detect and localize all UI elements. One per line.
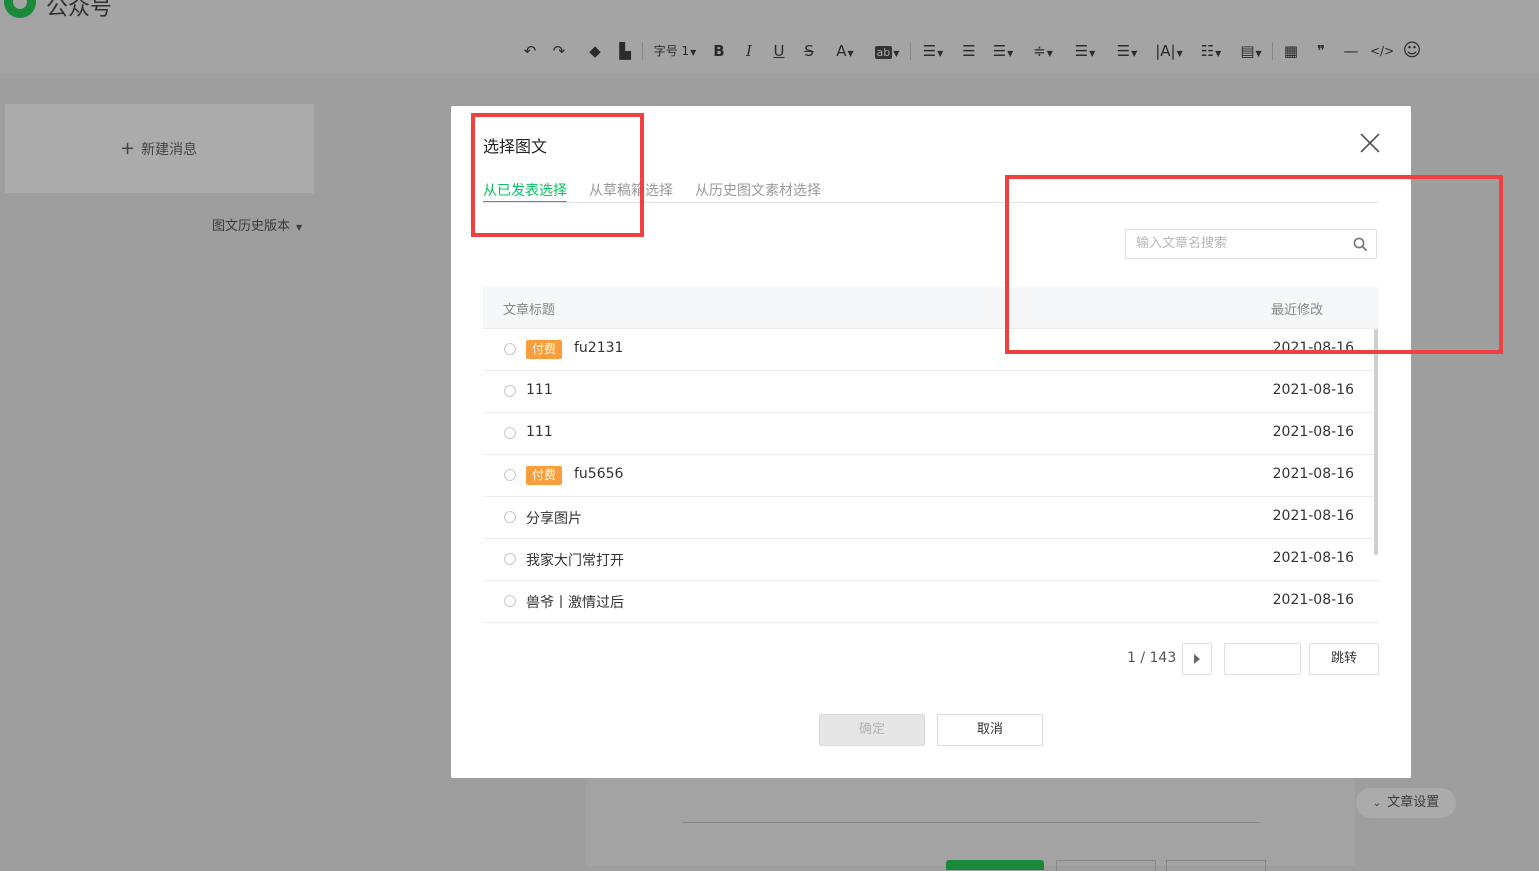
row-title: 兽爷丨激情过后 — [526, 595, 624, 611]
toolbar-divider — [1272, 42, 1273, 60]
table-row[interactable]: 111 2021-08-16 — [483, 371, 1379, 413]
row-radio[interactable] — [504, 511, 516, 523]
row-radio[interactable] — [504, 469, 516, 481]
table-row[interactable]: 我家大门常打开 2021-08-16 — [483, 539, 1379, 581]
paragraph-after-icon[interactable]: ☰▼ — [1070, 38, 1100, 64]
italic-button[interactable]: I — [738, 38, 760, 64]
caret-down-icon: ▼ — [690, 48, 697, 57]
new-message-button[interactable]: + 新建消息 — [120, 138, 197, 159]
column-header-title: 文章标题 — [503, 303, 556, 318]
undo-icon[interactable]: ↶ — [519, 38, 541, 64]
table-row[interactable]: 兽爷丨激情过后 2021-08-16 — [483, 581, 1379, 623]
table-row[interactable]: 111 2021-08-16 — [483, 413, 1379, 455]
confirm-button[interactable]: 确定 — [819, 714, 925, 746]
quote-icon[interactable]: ❞ — [1310, 38, 1332, 64]
redo-icon[interactable]: ↷ — [548, 38, 570, 64]
article-settings-button[interactable]: ⌄ 文章设置 — [1356, 788, 1456, 818]
text-width-icon[interactable]: |A|▼ — [1152, 38, 1186, 64]
font-size-select[interactable]: 字号 1▼ — [652, 38, 698, 64]
table-row[interactable]: 分享图片 2021-08-16 — [483, 497, 1379, 539]
tab-history-materials[interactable]: 从历史图文素材选择 — [695, 180, 821, 202]
line-spacing-icon[interactable]: ≑▼ — [1028, 38, 1058, 64]
highlight-box-tabs — [471, 113, 644, 237]
row-radio[interactable] — [504, 553, 516, 565]
background-color-button[interactable]: ab ▼ — [870, 38, 904, 64]
indent-icon[interactable]: ☰ — [958, 38, 980, 64]
app-logo-text: 公众号 — [46, 0, 113, 21]
background-color-label: ab — [874, 46, 893, 59]
caret-down-icon: ▼ — [847, 49, 854, 58]
highlight-box-search — [1005, 175, 1503, 354]
new-message-label: 新建消息 — [141, 142, 198, 158]
chevron-down-icon: ⌄ — [1372, 798, 1382, 809]
caret-down-icon: ▼ — [893, 49, 900, 58]
font-size-label: 字号 1 — [653, 44, 690, 58]
history-versions-label: 图文历史版本 — [212, 219, 291, 234]
toolbar-divider — [910, 42, 911, 60]
strikethrough-button[interactable]: S — [798, 38, 820, 64]
history-versions-dropdown[interactable]: 图文历史版本 ▼ — [212, 215, 302, 234]
row-date: 2021-08-16 — [1272, 466, 1354, 482]
row-title: 111 — [526, 424, 553, 440]
list-scrollbar[interactable] — [1374, 329, 1378, 555]
article-list: 付费 fu2131 2021-08-16 111 2021-08-16 111 … — [483, 329, 1379, 623]
row-title: 我家大门常打开 — [526, 553, 624, 569]
block-style-icon[interactable]: ▤▼ — [1236, 38, 1266, 64]
page-number-input[interactable] — [1224, 643, 1301, 675]
row-title: 111 — [526, 382, 553, 398]
font-color-label: A — [836, 42, 847, 60]
table-icon[interactable]: ▦ — [1280, 38, 1302, 64]
next-page-button[interactable] — [1182, 643, 1212, 675]
row-title: fu5656 — [574, 466, 624, 482]
font-color-button[interactable]: A▼ — [829, 38, 861, 64]
align-menu-icon[interactable]: ☰▼ — [918, 38, 948, 64]
row-radio[interactable] — [504, 385, 516, 397]
emoji-icon[interactable]: ☺ — [1400, 38, 1424, 64]
format-painter-icon[interactable]: ▙ — [614, 38, 636, 64]
row-date: 2021-08-16 — [1272, 592, 1354, 608]
row-date: 2021-08-16 — [1272, 382, 1354, 398]
eraser-icon[interactable]: ◆ — [584, 38, 606, 64]
article-settings-label: 文章设置 — [1387, 795, 1440, 810]
row-date: 2021-08-16 — [1272, 550, 1354, 566]
chevron-right-icon — [1194, 654, 1200, 664]
row-date: 2021-08-16 — [1272, 424, 1354, 440]
letter-spacing-icon[interactable]: ☰▼ — [1112, 38, 1142, 64]
paid-badge: 付费 — [526, 340, 562, 359]
close-icon[interactable] — [1359, 132, 1381, 154]
row-date: 2021-08-16 — [1272, 508, 1354, 524]
row-title: fu2131 — [574, 340, 624, 356]
jump-button[interactable]: 跳转 — [1309, 643, 1379, 675]
code-icon[interactable]: </> — [1370, 38, 1394, 64]
paragraph-spacing-icon[interactable]: ☰▼ — [988, 38, 1018, 64]
row-radio[interactable] — [504, 595, 516, 607]
row-title: 分享图片 — [526, 511, 582, 527]
publish-button[interactable] — [946, 860, 1044, 870]
paid-badge: 付费 — [526, 466, 562, 485]
row-radio[interactable] — [504, 343, 516, 355]
list-icon[interactable]: ☷▼ — [1196, 38, 1226, 64]
toolbar-divider — [642, 42, 643, 60]
cancel-button[interactable]: 取消 — [937, 714, 1043, 746]
underline-button[interactable]: U — [768, 38, 790, 64]
editor-divider — [683, 822, 1260, 823]
plus-icon: + — [120, 138, 136, 159]
caret-down-icon: ▼ — [296, 223, 303, 232]
row-radio[interactable] — [504, 427, 516, 439]
divider-line-icon[interactable]: — — [1340, 38, 1362, 64]
bold-button[interactable]: B — [708, 38, 730, 64]
table-row[interactable]: 付费 fu5656 2021-08-16 — [483, 455, 1379, 497]
page-indicator: 1 / 143 — [1127, 650, 1177, 666]
